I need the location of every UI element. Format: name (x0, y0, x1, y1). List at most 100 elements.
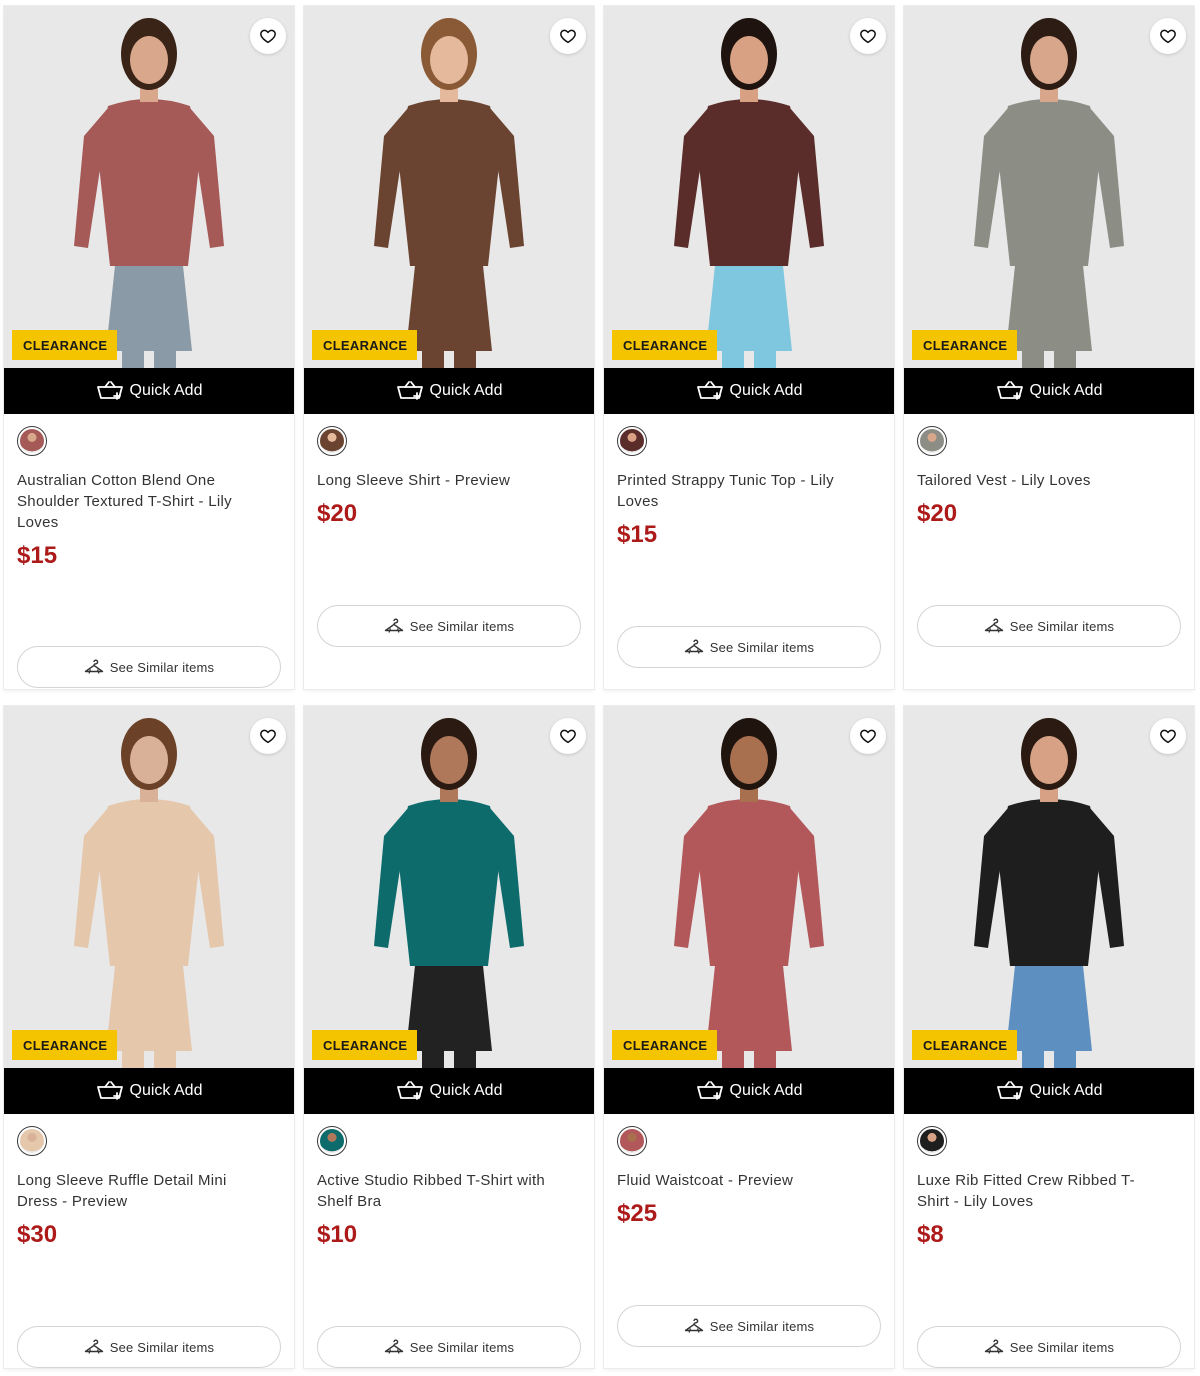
swatch-thumbnail (920, 429, 944, 453)
see-similar-label: See Similar items (709, 1318, 815, 1334)
see-similar-button[interactable]: See Similar items (317, 605, 581, 647)
quick-add-button[interactable]: Quick Add (904, 368, 1194, 414)
product-price: $15 (617, 521, 658, 548)
basket-add-icon (396, 381, 424, 401)
see-similar-button[interactable]: See Similar items (917, 1326, 1181, 1368)
see-similar-label: See Similar items (1009, 618, 1115, 634)
see-similar-label: See Similar items (109, 659, 215, 675)
swatch-thumbnail (620, 429, 644, 453)
color-swatch[interactable] (17, 1126, 47, 1156)
wishlist-heart-button[interactable] (1150, 718, 1186, 754)
wishlist-heart-button[interactable] (850, 18, 886, 54)
product-image (4, 6, 294, 368)
product-card[interactable]: CLEARANCE Quick Add Long Sleeve Shirt - Pr… (304, 6, 594, 689)
product-image-area[interactable]: CLEARANCE (4, 706, 294, 1068)
product-image-area[interactable]: CLEARANCE (4, 6, 294, 368)
quick-add-button[interactable]: Quick Add (4, 1068, 294, 1114)
see-similar-button[interactable]: See Similar items (317, 1326, 581, 1368)
color-swatch[interactable] (17, 426, 47, 456)
product-image-area[interactable]: CLEARANCE (604, 6, 894, 368)
product-card[interactable]: CLEARANCE Quick Add Tailored Vest - Lily L… (904, 6, 1194, 689)
wishlist-heart-button[interactable] (250, 18, 286, 54)
quick-add-label: Quick Add (129, 1082, 203, 1099)
swatch-thumbnail (20, 429, 44, 453)
product-details: Long Sleeve Shirt - Preview $20 See Simila… (304, 414, 594, 689)
product-name[interactable]: Active Studio Ribbed T-Shirt with Shelf … (317, 1170, 581, 1212)
color-swatch[interactable] (917, 1126, 947, 1156)
clearance-badge: CLEARANCE (612, 1030, 718, 1060)
product-name[interactable]: Australian Cotton Blend One Shoulder Tex… (17, 470, 281, 533)
product-image-area[interactable]: CLEARANCE (604, 706, 894, 1068)
quick-add-button[interactable]: Quick Add (604, 368, 894, 414)
color-swatch[interactable] (617, 1126, 647, 1156)
product-details: Fluid Waistcoat - Preview $25 See Similar … (604, 1114, 894, 1368)
product-card[interactable]: CLEARANCE Quick Add Australian Cotton Blen… (4, 6, 294, 689)
basket-add-icon (996, 1081, 1024, 1101)
swatch-thumbnail (920, 1129, 944, 1153)
color-swatch[interactable] (317, 1126, 347, 1156)
see-similar-label: See Similar items (709, 639, 815, 655)
product-card[interactable]: CLEARANCE Quick Add Luxe Rib Fitted Crew R… (904, 706, 1194, 1368)
heart-icon (559, 727, 577, 745)
product-name[interactable]: Luxe Rib Fitted Crew Ribbed T-Shirt - Li… (917, 1170, 1181, 1212)
color-swatch[interactable] (317, 426, 347, 456)
product-image (304, 706, 594, 1068)
product-card[interactable]: CLEARANCE Quick Add Long Sleeve Ruffle Det… (4, 706, 294, 1368)
product-details: Active Studio Ribbed T-Shirt with Shelf … (304, 1114, 594, 1368)
product-details: Luxe Rib Fitted Crew Ribbed T-Shirt - Li… (904, 1114, 1194, 1368)
clearance-badge: CLEARANCE (912, 1030, 1018, 1060)
quick-add-button[interactable]: Quick Add (304, 368, 594, 414)
quick-add-label: Quick Add (429, 382, 503, 399)
see-similar-button[interactable]: See Similar items (617, 1305, 881, 1347)
heart-icon (1159, 727, 1177, 745)
product-name[interactable]: Long Sleeve Shirt - Preview (317, 470, 581, 491)
hanger-icon (384, 1339, 404, 1355)
product-image (604, 6, 894, 368)
product-details: Australian Cotton Blend One Shoulder Tex… (4, 414, 294, 689)
product-card[interactable]: CLEARANCE Quick Add Active Studio Ribbed T… (304, 706, 594, 1368)
product-name[interactable]: Tailored Vest - Lily Loves (917, 470, 1181, 491)
basket-add-icon (96, 381, 124, 401)
product-image-area[interactable]: CLEARANCE (904, 6, 1194, 368)
wishlist-heart-button[interactable] (850, 718, 886, 754)
wishlist-heart-button[interactable] (550, 718, 586, 754)
see-similar-button[interactable]: See Similar items (17, 646, 281, 688)
clearance-badge: CLEARANCE (312, 1030, 418, 1060)
product-image (904, 6, 1194, 368)
product-card[interactable]: CLEARANCE Quick Add Printed Strappy Tunic … (604, 6, 894, 689)
quick-add-button[interactable]: Quick Add (4, 368, 294, 414)
see-similar-label: See Similar items (409, 618, 515, 634)
basket-add-icon (96, 1081, 124, 1101)
product-card[interactable]: CLEARANCE Quick Add Fluid Waistcoat - Prev… (604, 706, 894, 1368)
product-image-area[interactable]: CLEARANCE (304, 6, 594, 368)
see-similar-button[interactable]: See Similar items (617, 626, 881, 668)
heart-icon (259, 27, 277, 45)
basket-add-icon (396, 1081, 424, 1101)
color-swatch[interactable] (917, 426, 947, 456)
clearance-badge: CLEARANCE (312, 330, 418, 360)
product-price: $25 (617, 1200, 658, 1227)
heart-icon (259, 727, 277, 745)
quick-add-button[interactable]: Quick Add (904, 1068, 1194, 1114)
product-image (304, 6, 594, 368)
wishlist-heart-button[interactable] (250, 718, 286, 754)
see-similar-button[interactable]: See Similar items (17, 1326, 281, 1368)
quick-add-button[interactable]: Quick Add (604, 1068, 894, 1114)
product-name[interactable]: Printed Strappy Tunic Top - Lily Loves (617, 470, 881, 512)
quick-add-button[interactable]: Quick Add (304, 1068, 594, 1114)
product-price: $30 (17, 1221, 58, 1248)
see-similar-button[interactable]: See Similar items (917, 605, 1181, 647)
quick-add-label: Quick Add (729, 1082, 803, 1099)
hanger-icon (984, 1339, 1004, 1355)
quick-add-label: Quick Add (129, 382, 203, 399)
product-image-area[interactable]: CLEARANCE (304, 706, 594, 1068)
color-swatch[interactable] (617, 426, 647, 456)
product-name[interactable]: Long Sleeve Ruffle Detail Mini Dress - P… (17, 1170, 281, 1212)
wishlist-heart-button[interactable] (1150, 18, 1186, 54)
swatch-thumbnail (320, 429, 344, 453)
product-image-area[interactable]: CLEARANCE (904, 706, 1194, 1068)
clearance-badge: CLEARANCE (12, 330, 118, 360)
wishlist-heart-button[interactable] (550, 18, 586, 54)
product-name[interactable]: Fluid Waistcoat - Preview (617, 1170, 881, 1191)
quick-add-label: Quick Add (1029, 1082, 1103, 1099)
